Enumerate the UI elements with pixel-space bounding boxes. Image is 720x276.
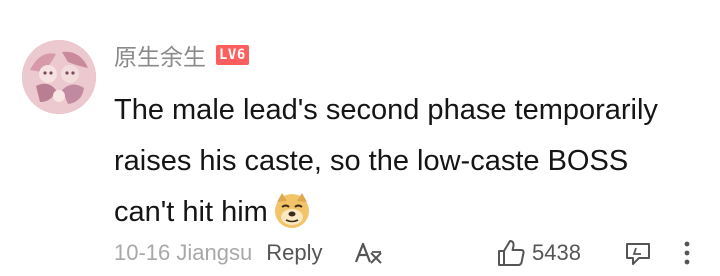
comment-header: 原生余生 LV6 [114, 38, 249, 72]
more-vertical-icon[interactable] [682, 239, 692, 267]
comment-dislike-icon[interactable] [624, 240, 652, 268]
avatar-image [22, 40, 96, 114]
comment-text: The male lead's second phase temporarily… [114, 85, 704, 238]
date-location: 10-16 Jiangsu [114, 240, 253, 265]
avatar[interactable] [22, 40, 96, 114]
comment-actions: 10-16 Jiangsu Reply 5438 [114, 236, 704, 270]
comment-line: raises his caste, so the low-caste BOSS [114, 145, 629, 177]
comment-line: can't hit him [114, 187, 704, 238]
level-badge: LV6 [216, 45, 249, 65]
username[interactable]: 原生余生 [114, 38, 206, 72]
like-button[interactable]: 5438 [496, 236, 581, 270]
comment-line: The male lead's second phase temporarily [114, 94, 658, 126]
thumbs-up-icon [498, 240, 525, 266]
reply-button[interactable]: Reply [266, 240, 322, 266]
like-count: 5438 [532, 240, 581, 265]
translate-icon[interactable] [354, 240, 384, 266]
comment-line-text: can't hit him [114, 196, 268, 228]
doge-emoji [274, 193, 309, 229]
